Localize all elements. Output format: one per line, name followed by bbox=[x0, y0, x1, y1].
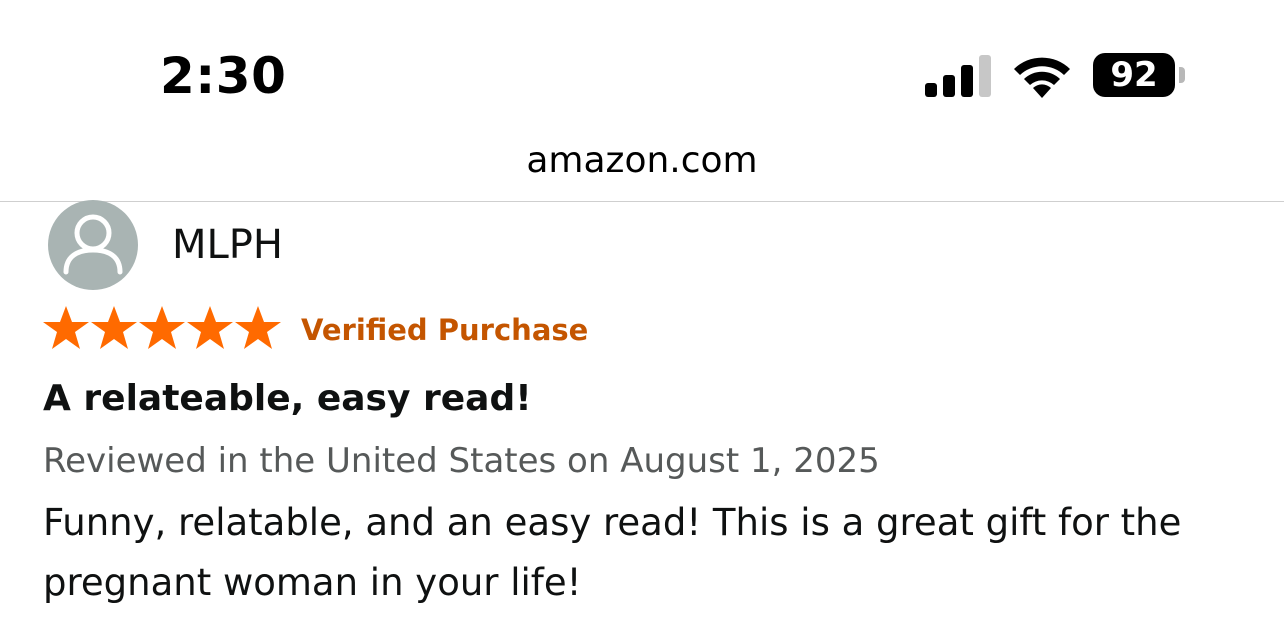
signal-icon bbox=[925, 55, 991, 97]
avatar bbox=[48, 200, 138, 290]
status-bar: 2:30 92 bbox=[0, 0, 1284, 120]
reviewer-name[interactable]: MLPH bbox=[172, 220, 283, 270]
star-icon bbox=[235, 306, 281, 349]
divider bbox=[0, 201, 1284, 202]
status-time: 2:30 bbox=[160, 47, 287, 105]
verified-purchase-badge: Verified Purchase bbox=[301, 313, 589, 347]
star-icon bbox=[187, 306, 233, 349]
wifi-icon bbox=[1014, 57, 1070, 98]
battery-level: 92 bbox=[1110, 55, 1158, 95]
battery-tip bbox=[1179, 67, 1185, 83]
star-icon bbox=[91, 306, 137, 349]
review-body: Funny, relatable, and an easy read! This… bbox=[43, 501, 1182, 604]
star-rating bbox=[42, 304, 282, 354]
review-title: A relateable, easy read! bbox=[43, 378, 532, 419]
user-icon bbox=[63, 214, 123, 275]
star-icon bbox=[139, 306, 185, 349]
star-icon bbox=[43, 306, 89, 349]
battery-icon: 92 bbox=[1093, 53, 1189, 99]
review-meta: Reviewed in the United States on August … bbox=[43, 441, 880, 481]
url-bar[interactable]: amazon.com bbox=[0, 138, 1284, 184]
